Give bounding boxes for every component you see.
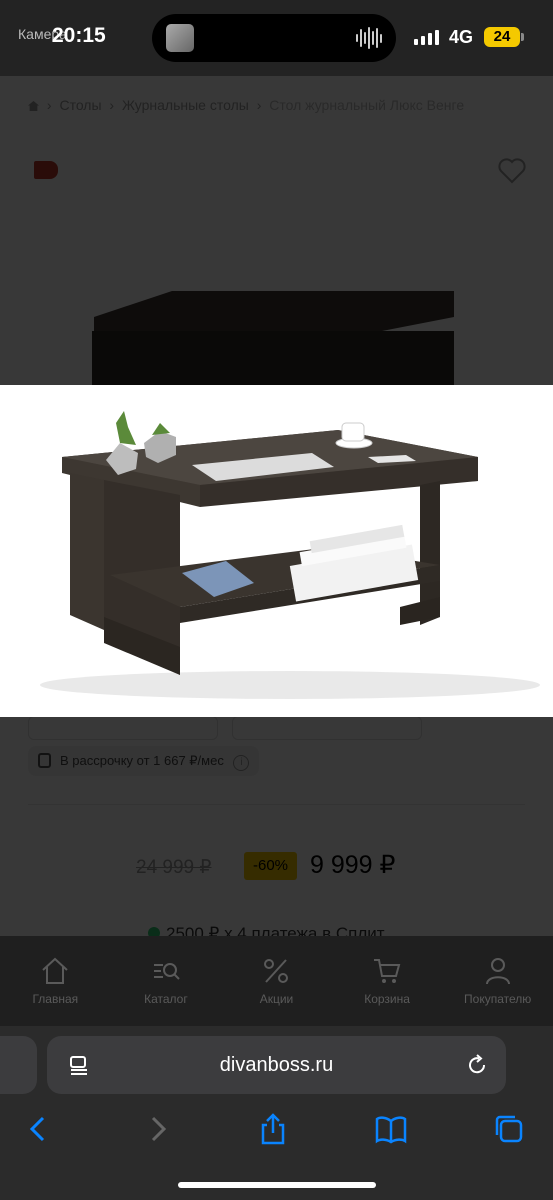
nav-cart-label: Корзина — [364, 992, 410, 1006]
old-price: 24 999 ₽ — [136, 857, 212, 878]
coffee-table-image — [40, 411, 540, 699]
home-icon[interactable] — [28, 101, 39, 111]
nav-catalog-label: Каталог — [144, 992, 188, 1006]
dynamic-island[interactable] — [152, 14, 396, 62]
status-bar: Камера 20:15 4G 24 — [0, 0, 553, 76]
product-image-viewer[interactable] — [0, 385, 553, 717]
nav-customer-label: Покупателю — [464, 992, 532, 1006]
clock-time: 20:15 — [52, 24, 106, 47]
sale-tag-icon — [34, 161, 58, 179]
current-price: 9 999 ₽ — [310, 851, 396, 879]
nav-home[interactable]: Главная — [0, 936, 111, 1026]
nav-cart[interactable]: Корзина — [332, 936, 443, 1026]
home-icon — [42, 957, 68, 984]
battery-icon: 24 — [484, 27, 520, 47]
address-bar[interactable]: divanboss.ru — [47, 1036, 506, 1094]
nav-customer[interactable]: Покупателю — [442, 936, 553, 1026]
catalog-search-icon — [153, 963, 180, 980]
back-chevron-icon[interactable] — [22, 1112, 56, 1146]
browser-chrome: divanboss.ru — [0, 1026, 553, 1200]
price-row: 24 999 ₽ -60% 9 999 ₽ — [0, 846, 553, 886]
installment-label: В рассрочку от 1 667 ₽/мес — [60, 753, 224, 768]
forward-chevron-icon[interactable] — [140, 1112, 174, 1146]
nav-catalog[interactable]: Каталог — [111, 936, 222, 1026]
battery-tip — [521, 33, 524, 41]
installment-badge[interactable]: В рассрочку от 1 667 ₽/мес i — [28, 746, 260, 776]
percent-icon — [264, 959, 289, 983]
nav-home-label: Главная — [32, 992, 79, 1006]
installment-lock-icon — [38, 753, 51, 768]
user-icon — [485, 958, 510, 985]
home-indicator[interactable] — [178, 1182, 376, 1188]
divider — [28, 804, 525, 805]
bookmarks-book-icon[interactable] — [374, 1112, 408, 1146]
nav-promotions[interactable]: Акции — [221, 936, 332, 1026]
browser-toolbar — [0, 1112, 553, 1146]
nav-promotions-label: Акции — [259, 992, 294, 1006]
favorite-heart-icon[interactable] — [498, 158, 526, 184]
now-playing-thumbnail — [166, 24, 194, 52]
option-pill[interactable] — [232, 716, 422, 740]
info-icon[interactable]: i — [233, 755, 250, 771]
breadcrumb: › Столы › Журнальные столы › Стол журнал… — [28, 97, 464, 113]
tabs-overview-icon[interactable] — [492, 1112, 526, 1146]
cart-icon — [374, 959, 401, 983]
option-pills — [28, 716, 422, 740]
reload-icon[interactable] — [466, 1054, 488, 1076]
share-icon[interactable] — [256, 1112, 290, 1146]
cellular-signal-icon — [414, 30, 439, 45]
product-photo-background — [92, 291, 454, 386]
breadcrumb-tables[interactable]: Столы — [59, 97, 101, 113]
breadcrumb-current: Стол журнальный Люкс Венге — [269, 97, 465, 113]
url-text: divanboss.ru — [219, 1054, 334, 1076]
breadcrumb-coffee-tables[interactable]: Журнальные столы — [122, 97, 249, 113]
discount-badge: -60% — [244, 852, 297, 880]
audio-waveform-icon — [356, 26, 382, 50]
site-bottom-nav: Главная Каталог Акции Корзина Покупателю — [0, 936, 553, 1026]
option-pill[interactable] — [28, 716, 218, 740]
network-type: 4G — [449, 27, 474, 47]
previous-tab-peek[interactable] — [0, 1036, 37, 1094]
